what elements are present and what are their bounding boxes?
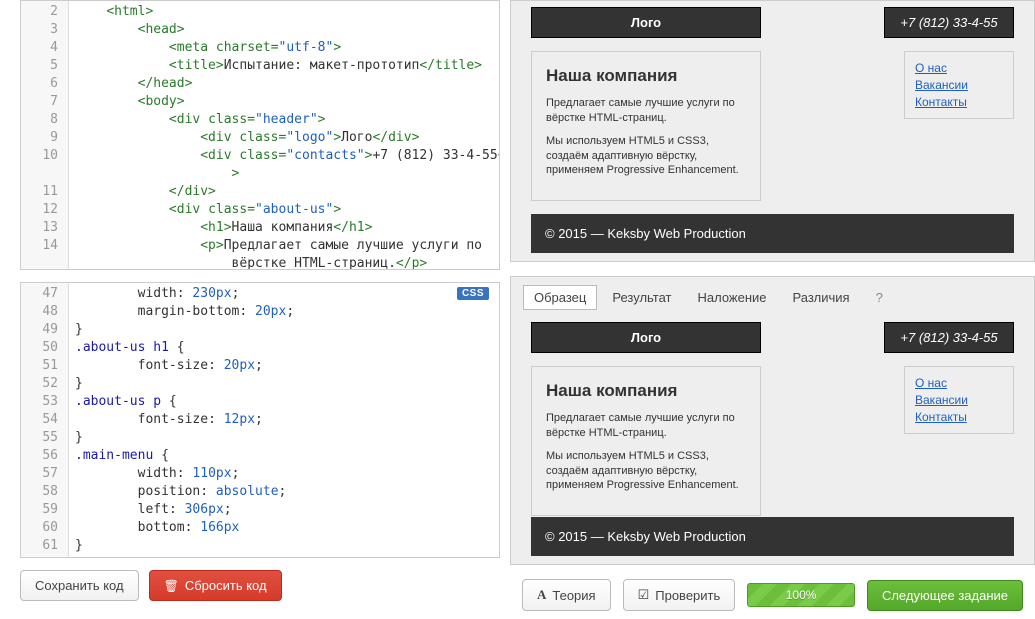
mock-menu-link[interactable]: Контакты	[915, 94, 1003, 111]
mock-menu-link[interactable]: Вакансии	[915, 77, 1003, 94]
check-button-label: Проверить	[655, 588, 720, 603]
mock2-about: Наша компания Предлагает самые лучшие ус…	[531, 366, 761, 516]
mock2-menu-link[interactable]: Вакансии	[915, 392, 1003, 409]
mock2-contacts: +7 (812) 33-4-55	[884, 322, 1014, 353]
mock-about: Наша компания Предлагает самые лучшие ус…	[531, 51, 761, 201]
tab-overlay[interactable]: Наложение	[687, 285, 778, 310]
html-gutter: 23456789101112131415	[21, 1, 69, 269]
css-editor[interactable]: CSS 474849505152535455565758596061626364…	[20, 282, 500, 558]
trash-icon	[164, 578, 179, 593]
html-editor[interactable]: 23456789101112131415 <html> <head> <meta…	[20, 0, 500, 270]
mock2-footer: © 2015 — Keksby Web Production	[531, 517, 1014, 556]
mock2-menu: О нас Вакансии Контакты	[904, 366, 1014, 434]
mock2-about-p2: Мы используем HTML5 и CSS3, создаём адап…	[546, 449, 746, 494]
theory-button[interactable]: A Теория	[522, 579, 611, 611]
css-gutter: 47484950515253545556575859606162636465	[21, 283, 69, 557]
mock2-about-p1: Предлагает самые лучшие услуги по вёрстк…	[546, 411, 746, 441]
save-button[interactable]: Сохранить код	[20, 570, 139, 601]
mock-footer: © 2015 — Keksby Web Production	[531, 214, 1014, 253]
mock-about-p1: Предлагает самые лучшие услуги по вёрстк…	[546, 96, 746, 126]
reset-button-label: Сбросить код	[185, 578, 267, 593]
reset-button[interactable]: Сбросить код	[149, 570, 282, 601]
preview-tabs: Образец Результат Наложение Различия ?	[523, 285, 1022, 310]
mock2-logo: Лого	[531, 322, 761, 353]
check-button[interactable]: Проверить	[623, 579, 736, 611]
mock-menu-link[interactable]: О нас	[915, 60, 1003, 77]
tab-help[interactable]: ?	[865, 285, 894, 310]
font-icon: A	[537, 587, 546, 603]
mock-about-p2: Мы используем HTML5 и CSS3, создаём адап…	[546, 134, 746, 179]
tab-sample[interactable]: Образец	[523, 285, 597, 310]
preview-sample: Образец Результат Наложение Различия ? Л…	[510, 276, 1035, 565]
mock-contacts: +7 (812) 33-4-55	[884, 7, 1014, 38]
tab-result[interactable]: Результат	[601, 285, 682, 310]
css-code[interactable]: width: 230px; margin-bottom: 20px;}.abou…	[69, 283, 499, 557]
check-icon	[638, 587, 650, 603]
preview-result: Лого +7 (812) 33-4-55 Наша компания Пред…	[510, 0, 1035, 262]
mock2-about-title: Наша компания	[546, 381, 746, 401]
theory-button-label: Теория	[552, 588, 595, 603]
tab-diff[interactable]: Различия	[782, 285, 861, 310]
mock-menu: О нас Вакансии Контакты	[904, 51, 1014, 119]
mock2-menu-link[interactable]: О нас	[915, 375, 1003, 392]
next-button[interactable]: Следующее задание	[867, 580, 1023, 611]
progress-bar: 100%	[747, 583, 855, 607]
html-code[interactable]: <html> <head> <meta charset="utf-8"> <ti…	[69, 1, 499, 269]
mock-logo: Лого	[531, 7, 761, 38]
mock-about-title: Наша компания	[546, 66, 746, 86]
mock2-menu-link[interactable]: Контакты	[915, 409, 1003, 426]
